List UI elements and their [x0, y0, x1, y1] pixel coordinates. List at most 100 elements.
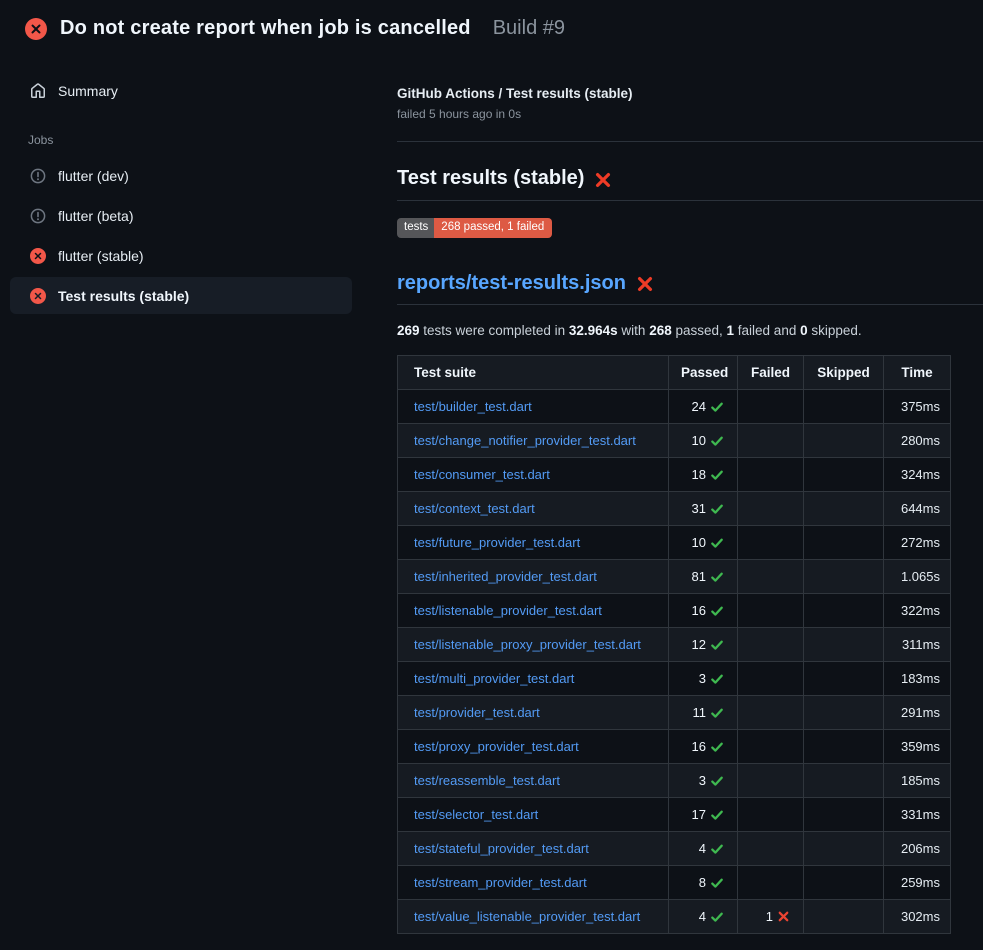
test-suite-link[interactable]: test/stream_provider_test.dart: [414, 875, 587, 890]
test-suite-link[interactable]: test/listenable_provider_test.dart: [414, 603, 602, 618]
breadcrumb: GitHub Actions / Test results (stable): [397, 86, 983, 101]
time-value: 311ms: [884, 627, 951, 661]
table-row: test/selector_test.dart 17 331ms: [398, 797, 951, 831]
passed-value: 10: [692, 535, 706, 550]
test-suite-link[interactable]: test/future_provider_test.dart: [414, 535, 580, 550]
check-icon: [710, 468, 724, 482]
passed-cell-content: 4: [699, 841, 724, 856]
table-row: test/listenable_proxy_provider_test.dart…: [398, 627, 951, 661]
table-row: test/change_notifier_provider_test.dart …: [398, 423, 951, 457]
failed-count: 1: [727, 323, 735, 338]
check-icon: [710, 842, 724, 856]
x-circle-fill-icon: [30, 288, 46, 304]
check-icon: [710, 604, 724, 618]
passed-value: 31: [692, 501, 706, 516]
main-content: GitHub Actions / Test results (stable) f…: [362, 54, 983, 934]
test-suite-link[interactable]: test/reassemble_test.dart: [414, 773, 560, 788]
summary-text: failed and: [734, 323, 800, 338]
sidebar-item-flutter-dev[interactable]: flutter (dev): [10, 157, 352, 194]
passed-value: 16: [692, 603, 706, 618]
test-suite-link[interactable]: test/multi_provider_test.dart: [414, 671, 574, 686]
test-suite-link[interactable]: test/change_notifier_provider_test.dart: [414, 433, 636, 448]
sidebar-item-flutter-stable[interactable]: flutter (stable): [10, 237, 352, 274]
check-icon: [710, 672, 724, 686]
check-icon: [710, 876, 724, 890]
passed-value: 3: [699, 671, 706, 686]
summary-text: skipped.: [808, 323, 862, 338]
column-header-passed: Passed: [669, 355, 738, 389]
sidebar-item-label: flutter (stable): [58, 248, 144, 264]
passed-value: 12: [692, 637, 706, 652]
test-suite-link[interactable]: test/context_test.dart: [414, 501, 535, 516]
tests-status-badge: tests 268 passed, 1 failed: [397, 218, 552, 238]
run-title: Do not create report when job is cancell…: [60, 17, 471, 40]
section-title: Test results (stable): [397, 167, 584, 190]
sidebar: Summary Jobs flutter (dev) flutter (beta…: [0, 54, 362, 317]
passed-value: 18: [692, 467, 706, 482]
passed-cell-content: 81: [692, 569, 724, 584]
sidebar-item-test-results-stable[interactable]: Test results (stable): [10, 277, 352, 314]
table-row: test/inherited_provider_test.dart 81 1.0…: [398, 559, 951, 593]
check-icon: [710, 434, 724, 448]
time-value: 206ms: [884, 831, 951, 865]
report-file-link[interactable]: reports/test-results.json: [397, 272, 626, 295]
check-icon: [710, 774, 724, 788]
passed-cell-content: 8: [699, 875, 724, 890]
time-value: 322ms: [884, 593, 951, 627]
test-suite-link[interactable]: test/listenable_proxy_provider_test.dart: [414, 637, 641, 652]
passed-cell-content: 31: [692, 501, 724, 516]
check-icon: [710, 570, 724, 584]
table-header-row: Test suite Passed Failed Skipped Time: [398, 355, 951, 389]
time-value: 185ms: [884, 763, 951, 797]
passed-cell-content: 18: [692, 467, 724, 482]
summary-text: passed,: [672, 323, 727, 338]
badge-label: tests: [397, 218, 434, 238]
failed-x-icon: [594, 171, 612, 189]
column-header-test-suite: Test suite: [398, 355, 669, 389]
passed-value: 4: [699, 909, 706, 924]
skipped-count: 0: [800, 323, 808, 338]
passed-value: 24: [692, 399, 706, 414]
table-row: test/reassemble_test.dart 3 185ms: [398, 763, 951, 797]
passed-value: 16: [692, 739, 706, 754]
time-value: 280ms: [884, 423, 951, 457]
passed-count: 268: [649, 323, 672, 338]
sidebar-item-flutter-beta[interactable]: flutter (beta): [10, 197, 352, 234]
results-table-body: test/builder_test.dart 24 375ms test/cha…: [398, 389, 951, 933]
time-value: 272ms: [884, 525, 951, 559]
check-icon: [710, 910, 724, 924]
test-suite-link[interactable]: test/inherited_provider_test.dart: [414, 569, 597, 584]
home-icon: [30, 83, 46, 99]
passed-value: 11: [693, 705, 707, 720]
run-header: Do not create report when job is cancell…: [0, 0, 983, 54]
passed-cell-content: 12: [692, 637, 724, 652]
passed-value: 4: [699, 841, 706, 856]
failed-value: 1: [766, 909, 773, 924]
sidebar-item-label: flutter (dev): [58, 168, 129, 184]
test-suite-link[interactable]: test/consumer_test.dart: [414, 467, 550, 482]
test-suite-link[interactable]: test/selector_test.dart: [414, 807, 538, 822]
test-suite-link[interactable]: test/stateful_provider_test.dart: [414, 841, 589, 856]
passed-cell-content: 11: [693, 705, 725, 720]
check-icon: [710, 706, 724, 720]
divider: [397, 141, 983, 142]
passed-value: 8: [699, 875, 706, 890]
sidebar-item-label: Test results (stable): [58, 288, 189, 304]
sidebar-item-summary[interactable]: Summary: [10, 72, 352, 109]
test-suite-link[interactable]: test/builder_test.dart: [414, 399, 532, 414]
jobs-list: flutter (dev) flutter (beta) flutter (st…: [10, 157, 352, 314]
time-value: 1.065s: [884, 559, 951, 593]
column-header-failed: Failed: [738, 355, 804, 389]
x-circle-fill-icon: [25, 18, 47, 40]
time-value: 644ms: [884, 491, 951, 525]
passed-cell-content: 10: [692, 433, 724, 448]
passed-cell-content: 17: [692, 807, 724, 822]
test-suite-link[interactable]: test/proxy_provider_test.dart: [414, 739, 579, 754]
report-heading: reports/test-results.json: [397, 272, 983, 305]
test-suite-link[interactable]: test/value_listenable_provider_test.dart: [414, 909, 640, 924]
table-row: test/stream_provider_test.dart 8 259ms: [398, 865, 951, 899]
test-suite-link[interactable]: test/provider_test.dart: [414, 705, 540, 720]
time-value: 302ms: [884, 899, 951, 933]
table-row: test/stateful_provider_test.dart 4 206ms: [398, 831, 951, 865]
table-row: test/consumer_test.dart 18 324ms: [398, 457, 951, 491]
